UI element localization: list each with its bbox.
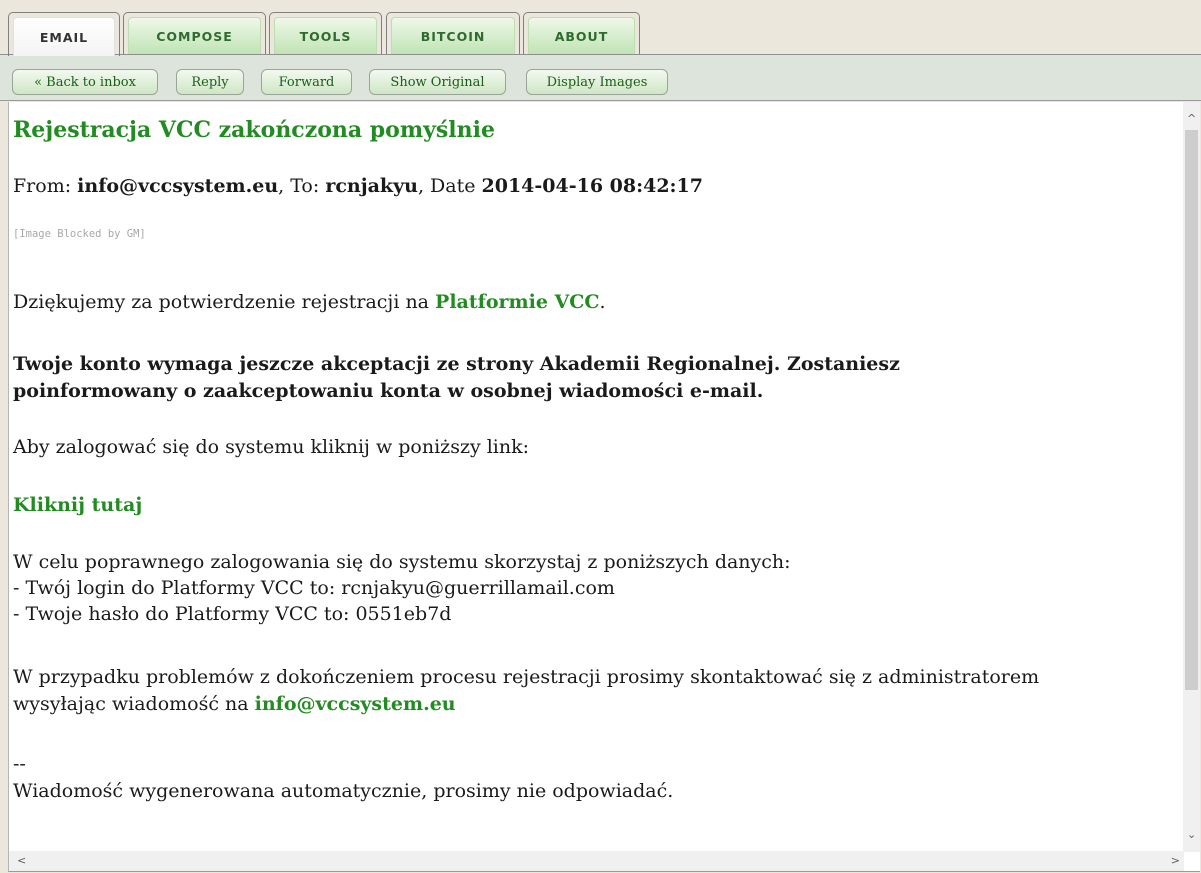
credentials-intro: W celu poprawnego zalogowania się do sys… — [13, 551, 791, 573]
paragraph-thanks-end: . — [599, 291, 606, 313]
to-label: , To: — [278, 175, 326, 197]
vertical-scroll-thumb[interactable] — [1185, 130, 1198, 690]
paragraph-problems-text: wysyłając wiadomość na — [13, 693, 255, 715]
tab-email-label: EMAIL — [39, 29, 89, 45]
contact-email-link[interactable]: info@vccsystem.eu — [255, 693, 456, 715]
paragraph-thanks: Dziękujemy za potwierdzenie rejestracji … — [13, 290, 606, 314]
paragraph-login-instruction: Aby zalogować się do systemu kliknij w p… — [13, 436, 530, 458]
paragraph-problems-line-2: wysyłając wiadomość na info@vccsystem.eu — [13, 692, 456, 716]
blocked-image-placeholder: [Image Blocked by GM] — [13, 225, 239, 256]
tab-compose[interactable]: COMPOSE — [123, 12, 266, 55]
chevron-left-icon[interactable]: < — [17, 854, 26, 867]
tab-about[interactable]: ABOUT — [523, 12, 640, 55]
from-label: From: — [13, 175, 78, 197]
tab-tools[interactable]: TOOLS — [269, 12, 382, 55]
tab-bar: EMAIL COMPOSE TOOLS BITCOIN ABOUT — [0, 0, 1201, 56]
click-here-link[interactable]: Kliknij tutaj — [13, 493, 142, 517]
signature-separator: -- — [13, 753, 26, 775]
from-address: info@vccsystem.eu — [77, 175, 279, 197]
horizontal-scrollbar[interactable]: < > — [9, 851, 1184, 871]
message-toolbar: « Back to inbox Reply Forward Show Origi… — [0, 55, 1201, 101]
platform-link[interactable]: Platformie VCC — [435, 291, 599, 313]
message-header: From: info@vccsystem.eu, To: rcnjakyu, D… — [13, 174, 703, 198]
credentials-password: - Twoje hasło do Platformy VCC to: 0551e… — [13, 603, 452, 625]
credentials-login: - Twój login do Platformy VCC to: rcnjak… — [13, 577, 615, 599]
paragraph-thanks-text: Dziękujemy za potwierdzenie rejestracji … — [13, 291, 436, 313]
chevron-up-icon[interactable]: ^ — [1187, 112, 1196, 125]
to-address: rcnjakyu — [325, 175, 418, 197]
tab-compose-label: COMPOSE — [156, 29, 233, 44]
tab-email[interactable]: EMAIL — [8, 12, 120, 56]
paragraph-problems-line-1: W przypadku problemów z dokończeniem pro… — [13, 666, 1040, 688]
message-view: Rejestracja VCC zakończona pomyślnie Fro… — [8, 102, 1200, 872]
chevron-right-icon[interactable]: > — [1171, 854, 1180, 867]
signature-text: Wiadomość wygenerowana automatycznie, pr… — [13, 780, 674, 802]
paragraph-account-line-2: poinformowany o zaakceptowaniu konta w o… — [13, 380, 764, 402]
tab-bitcoin-label: BITCOIN — [420, 29, 486, 44]
chevron-down-icon[interactable]: ⌄ — [1187, 828, 1196, 841]
paragraph-account-line-1: Twoje konto wymaga jeszcze akceptacji ze… — [13, 353, 900, 375]
tab-tools-label: TOOLS — [299, 29, 352, 44]
toolbar-divider — [0, 100, 1201, 101]
show-original-button[interactable]: Show Original — [369, 69, 506, 95]
date-label: , Date — [417, 175, 482, 197]
forward-button[interactable]: Forward — [261, 69, 352, 95]
message-subject: Rejestracja VCC zakończona pomyślnie — [13, 117, 495, 143]
tab-about-label: ABOUT — [554, 29, 609, 44]
tab-bitcoin[interactable]: BITCOIN — [386, 12, 520, 55]
reply-button[interactable]: Reply — [176, 69, 244, 95]
display-images-button[interactable]: Display Images — [526, 69, 668, 95]
vertical-scrollbar[interactable]: ^ ⌄ — [1183, 102, 1200, 852]
back-to-inbox-button[interactable]: « Back to inbox — [12, 69, 158, 95]
message-date: 2014-04-16 08:42:17 — [481, 175, 704, 197]
